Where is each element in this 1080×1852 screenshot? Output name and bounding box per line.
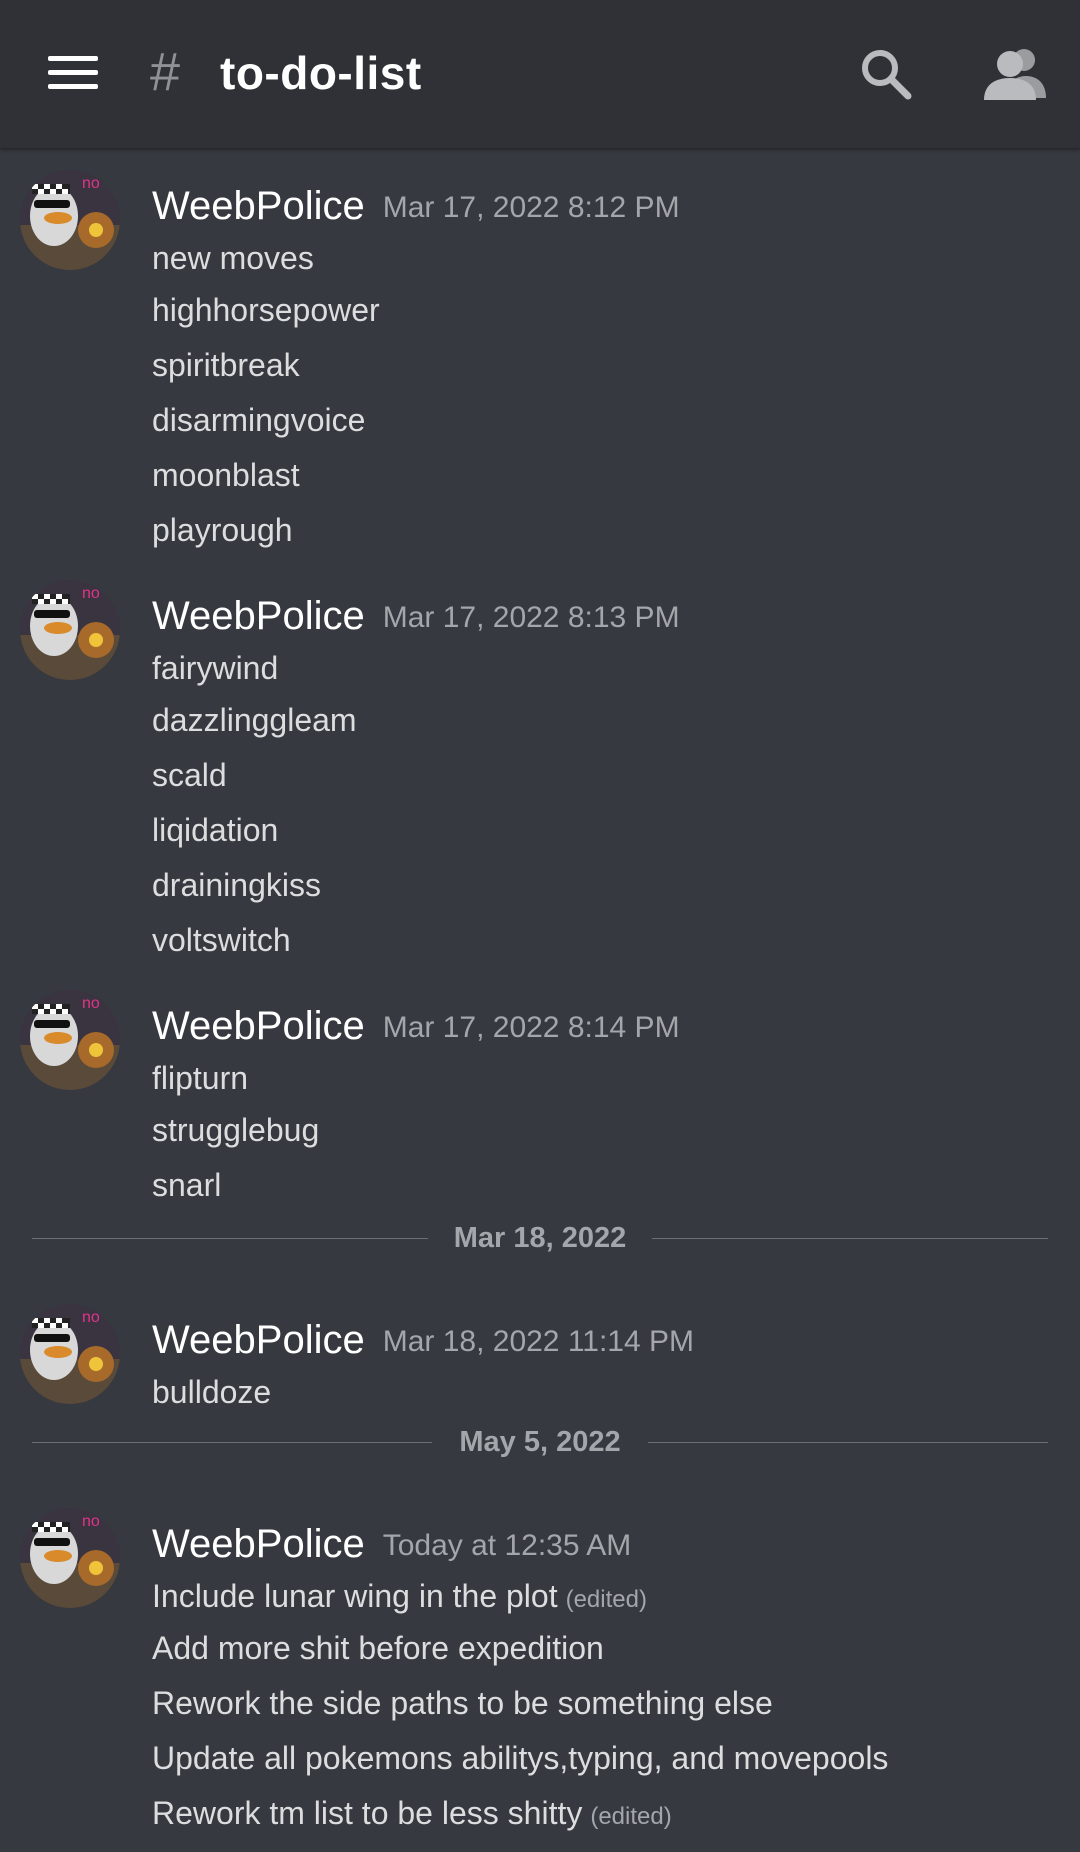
message-author[interactable]: WeebPolice Today at 12:35 AM	[152, 1520, 631, 1570]
message-line: flipturn	[152, 1060, 249, 1096]
edited-indicator: (edited)	[590, 1803, 672, 1830]
message-author[interactable]: WeebPolice Mar 17, 2022 8:13 PM	[152, 592, 680, 642]
message-line-text: Include lunar wing in the plot	[152, 1578, 558, 1614]
hamburger-menu-icon[interactable]	[48, 56, 98, 90]
channel-header: # to-do-list	[0, 0, 1080, 148]
message-author[interactable]: WeebPolice Mar 18, 2022 11:14 PM	[152, 1316, 694, 1366]
avatar[interactable]: no	[20, 580, 120, 680]
avatar[interactable]: no	[20, 1508, 120, 1608]
author-name[interactable]: WeebPolice	[152, 184, 365, 228]
message-line: voltswitch	[152, 922, 291, 958]
message-timestamp: Mar 17, 2022 8:12 PM	[382, 191, 680, 225]
message-timestamp: Mar 17, 2022 8:13 PM	[382, 601, 680, 635]
message-line: highhorsepower	[152, 292, 380, 328]
date-divider-label: May 5, 2022	[459, 1426, 621, 1458]
message-author[interactable]: WeebPolice Mar 17, 2022 8:12 PM	[152, 182, 680, 232]
avatar[interactable]: no	[20, 990, 120, 1090]
message-timestamp: Today at 12:35 AM	[382, 1529, 632, 1563]
members-icon[interactable]	[984, 46, 1046, 102]
svg-text:no: no	[82, 995, 100, 1012]
message-timestamp: Mar 18, 2022 11:14 PM	[382, 1325, 695, 1359]
search-icon[interactable]	[858, 46, 914, 102]
message-line: Rework tm list to be less shitty (edited)	[152, 1791, 672, 1839]
message-line: Update all pokemons abilitys,typing, and…	[152, 1740, 889, 1776]
svg-text:no: no	[82, 1309, 100, 1326]
channel-hash-icon: #	[150, 42, 181, 102]
message-line: playrough	[152, 512, 293, 548]
message-author[interactable]: WeebPolice Mar 17, 2022 8:14 PM	[152, 1002, 680, 1052]
message-line: liqidation	[152, 812, 279, 848]
date-divider: Mar 18, 2022	[32, 1218, 1048, 1258]
message-line: bulldoze	[152, 1374, 272, 1410]
svg-text:no: no	[82, 175, 100, 192]
message-line: snarl	[152, 1167, 222, 1203]
message-line: Rework the side paths to be something el…	[152, 1685, 773, 1721]
edited-indicator: (edited)	[565, 1586, 647, 1613]
message-line: dazzlinggleam	[152, 702, 357, 738]
channel-title: to-do-list	[220, 47, 422, 99]
svg-text:no: no	[82, 1513, 100, 1530]
message-line: new moves	[152, 240, 314, 276]
author-name[interactable]: WeebPolice	[152, 1004, 365, 1048]
message-timestamp: Mar 17, 2022 8:14 PM	[382, 1011, 680, 1045]
author-name[interactable]: WeebPolice	[152, 594, 365, 638]
message-line: strugglebug	[152, 1112, 320, 1148]
message-line: scald	[152, 757, 227, 793]
svg-text:no: no	[82, 585, 100, 602]
message-line: spiritbreak	[152, 347, 300, 383]
message-line: Include lunar wing in the plot (edited)	[152, 1574, 647, 1622]
message-line: fairywind	[152, 650, 279, 686]
message-line: disarmingvoice	[152, 402, 366, 438]
message-line: moonblast	[152, 457, 300, 493]
author-name[interactable]: WeebPolice	[152, 1318, 365, 1362]
avatar[interactable]: no	[20, 170, 120, 270]
date-divider-label: Mar 18, 2022	[453, 1222, 627, 1254]
message-line: drainingkiss	[152, 867, 321, 903]
author-name[interactable]: WeebPolice	[152, 1522, 365, 1566]
message-line: Add more shit before expedition	[152, 1630, 604, 1666]
avatar[interactable]: no	[20, 1304, 120, 1404]
message-line-text: Rework tm list to be less shitty	[152, 1795, 583, 1831]
date-divider: May 5, 2022	[32, 1422, 1048, 1462]
